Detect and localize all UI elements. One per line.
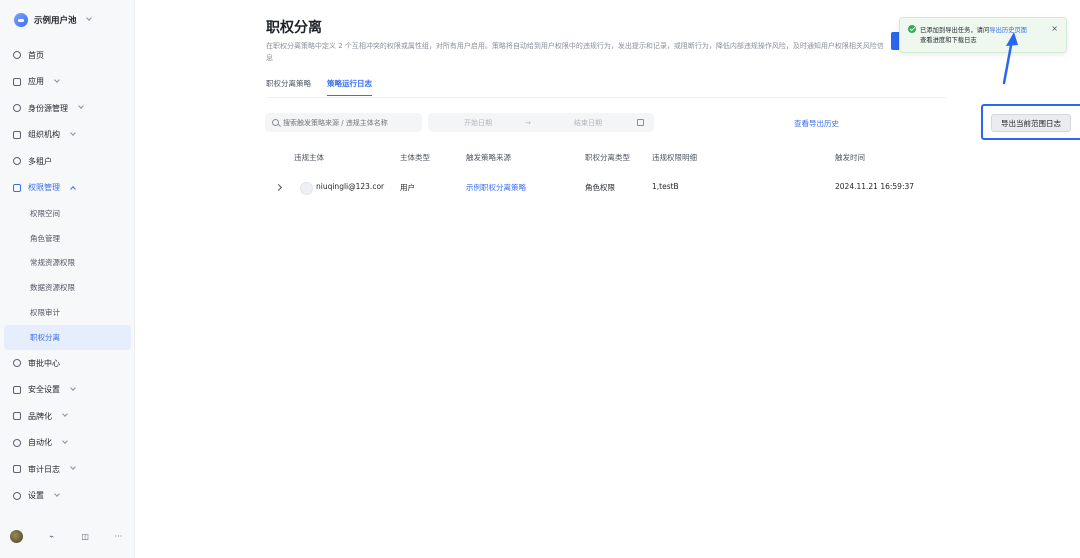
permission-icon <box>13 183 21 192</box>
sidebar-item-tenants[interactable]: 多租户 <box>0 148 135 175</box>
column-header: 违规主体 <box>294 153 324 162</box>
link-icon[interactable]: ⌁ <box>47 532 56 541</box>
chevron-down-icon <box>85 15 92 21</box>
tab-bar: 职权分离策略 策略运行日志 <box>266 78 372 96</box>
chevron-down-icon <box>70 464 76 470</box>
date-range-arrow: → <box>525 118 531 127</box>
tab-divider <box>266 97 946 98</box>
chevron-down-icon <box>70 384 76 391</box>
user-pool-switcher[interactable]: 示例用户池 <box>14 13 92 27</box>
export-button-highlight: 导出当前范围日志 <box>981 104 1080 140</box>
column-header: 触发时间 <box>835 153 865 162</box>
chevron-down-icon <box>62 437 68 444</box>
chevron-down-icon <box>78 103 84 110</box>
user-pool-name: 示例用户池 <box>34 16 77 26</box>
sod-type-cell: 角色权限 <box>585 183 615 192</box>
sidebar-item-automation[interactable]: 自动化 <box>0 429 135 456</box>
search-input[interactable] <box>283 118 413 127</box>
sidebar-subitem-resource-permissions[interactable]: 常规资源权限 <box>4 251 131 276</box>
trigger-time-cell: 2024.11.21 16:59:37 <box>835 182 915 191</box>
share-icon <box>13 104 21 113</box>
org-icon <box>13 130 21 139</box>
tab-policy-run-logs[interactable]: 策略运行日志 <box>327 78 372 96</box>
sidebar-subitem-role-management[interactable]: 角色管理 <box>4 226 131 251</box>
toolbar: 开始日期 → 结束日期 查看导出历史 导出当前范围日志 <box>265 104 1080 140</box>
table-row[interactable]: niuqingli@123.cor 用户 示例职权分离策略 角色权限 1,tes… <box>270 175 950 203</box>
sidebar-item-audit-log[interactable]: 审计日志 <box>0 456 135 483</box>
sidebar-item-identity-sources[interactable]: 身份源管理 <box>0 95 135 122</box>
sidebar: 示例用户池 首页 应用 身份源管理 组织机构 多租户 权限管理 权限空间 角色管… <box>0 0 135 558</box>
table-header: 违规主体 主体类型 触发策略来源 职权分离类型 违规权限明细 触发时间 <box>270 145 950 167</box>
sidebar-item-permissions[interactable]: 权限管理 <box>0 175 135 202</box>
toast-message-line2: 查看进度和下载日志 <box>920 37 977 44</box>
calendar-icon[interactable] <box>637 119 644 126</box>
user-avatar <box>300 182 313 195</box>
column-header: 职权分离类型 <box>585 153 630 162</box>
approval-icon <box>13 359 21 368</box>
gear-icon <box>13 491 21 500</box>
close-icon[interactable]: × <box>1051 24 1058 33</box>
end-date-input[interactable]: 结束日期 <box>574 118 602 128</box>
tenant-icon <box>13 157 21 166</box>
sidebar-item-security[interactable]: 安全设置 <box>0 376 135 403</box>
brush-icon <box>13 412 21 421</box>
chevron-up-icon <box>70 185 76 192</box>
page-title: 职权分离 <box>266 20 322 36</box>
date-range-picker[interactable]: 开始日期 → 结束日期 <box>428 113 654 132</box>
book-icon[interactable]: ◫ <box>81 532 90 541</box>
export-logs-button[interactable]: 导出当前范围日志 <box>991 114 1071 132</box>
chevron-down-icon <box>62 411 68 417</box>
chevron-down-icon <box>54 490 60 497</box>
sidebar-subitem-data-resource-permissions[interactable]: 数据资源权限 <box>4 275 131 300</box>
policy-source-link[interactable]: 示例职权分离策略 <box>466 182 526 193</box>
sidebar-item-settings[interactable]: 设置 <box>0 482 135 509</box>
sidebar-item-organization[interactable]: 组织机构 <box>0 122 135 149</box>
sidebar-nav: 首页 应用 身份源管理 组织机构 多租户 权限管理 权限空间 角色管理 常规资源 <box>0 42 135 509</box>
toast-notification: 已添加到导出任务，请问导出历史页面 查看进度和下载日志 × <box>899 17 1067 53</box>
avatar[interactable] <box>10 530 23 543</box>
home-icon <box>13 51 21 60</box>
sidebar-subitem-separation-of-duties[interactable]: 职权分离 <box>4 324 131 350</box>
export-history-link[interactable]: 查看导出历史 <box>794 118 839 129</box>
automation-icon <box>13 438 21 447</box>
column-header: 违规权限明细 <box>652 153 697 162</box>
chevron-down-icon <box>70 129 76 136</box>
sidebar-item-apps[interactable]: 应用 <box>0 69 135 96</box>
main-content: 职权分离 在职权分离策略中定义 2 个互相冲突的权限或属性组，对所有用户启用。策… <box>135 0 1080 558</box>
sidebar-item-home[interactable]: 首页 <box>0 42 135 69</box>
violation-detail-cell: 1,testB <box>652 182 679 191</box>
start-date-input[interactable]: 开始日期 <box>464 118 492 128</box>
sidebar-item-branding[interactable]: 品牌化 <box>0 403 135 430</box>
subject-cell: niuqingli@123.cor <box>316 182 385 191</box>
chevron-down-icon <box>54 76 60 83</box>
column-header: 主体类型 <box>400 153 430 162</box>
subject-type-cell: 用户 <box>400 183 415 192</box>
apps-icon <box>13 77 21 86</box>
sidebar-item-approval-center[interactable]: 审批中心 <box>0 350 135 377</box>
log-icon <box>13 465 21 474</box>
toast-message: 已添加到导出任务，请问 <box>920 27 990 34</box>
shield-icon <box>13 385 21 394</box>
success-icon <box>908 25 916 33</box>
brand-logo-icon <box>14 13 28 27</box>
search-box[interactable] <box>265 113 422 132</box>
sidebar-footer: ⌁ ◫ ··· <box>0 530 135 543</box>
page-description: 在职权分离策略中定义 2 个互相冲突的权限或属性组，对所有用户启用。策略将自动给… <box>266 42 884 62</box>
tab-sod-policies[interactable]: 职权分离策略 <box>266 78 311 96</box>
more-icon[interactable]: ··· <box>114 532 123 541</box>
chevron-right-icon[interactable] <box>274 183 283 192</box>
sidebar-subitem-permission-audit[interactable]: 权限审计 <box>4 300 131 325</box>
search-icon <box>272 119 279 126</box>
annotation-arrow-icon <box>1002 32 1018 85</box>
column-header: 触发策略来源 <box>466 153 511 162</box>
sidebar-subitem-permission-space[interactable]: 权限空间 <box>4 201 131 226</box>
